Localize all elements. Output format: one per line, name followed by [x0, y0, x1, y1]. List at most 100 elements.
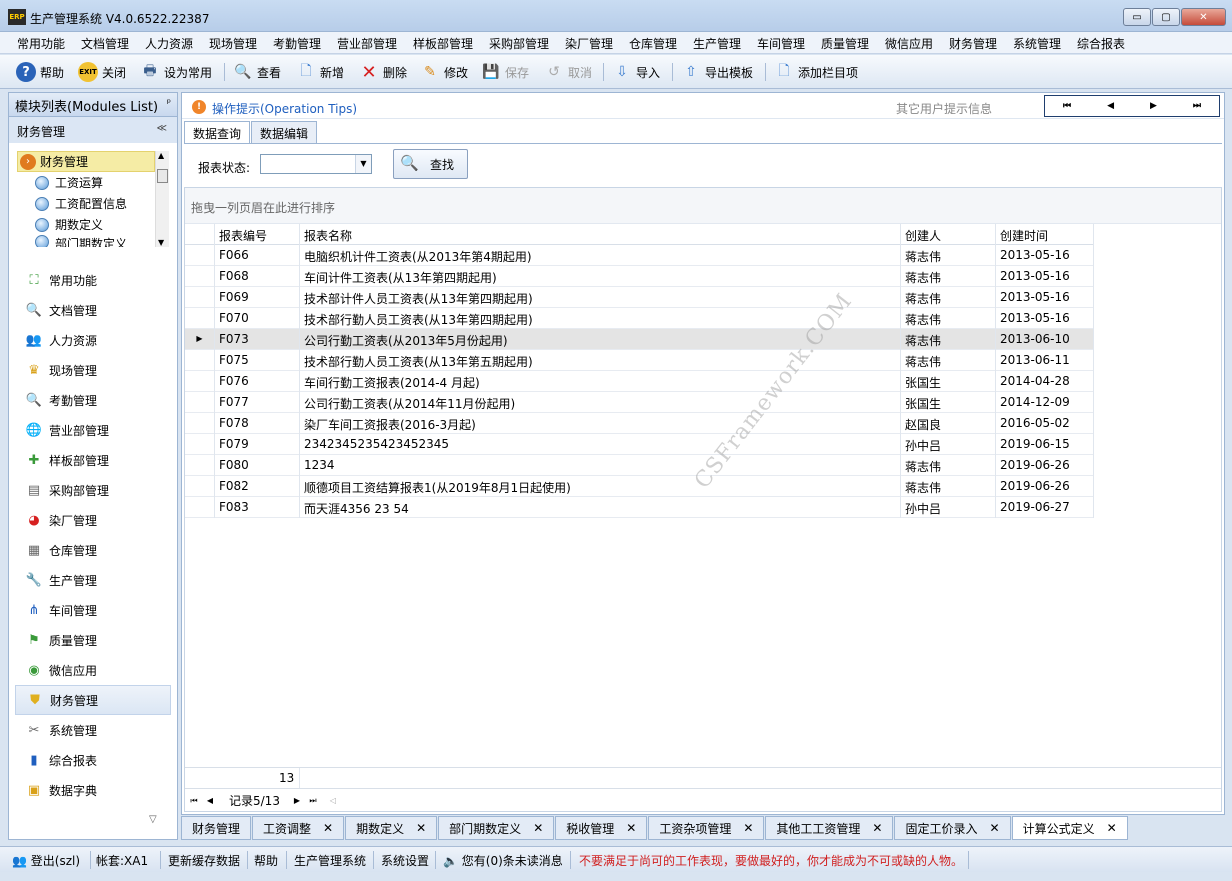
add-column-button[interactable]: 🗋 添加栏目项 — [774, 61, 858, 83]
group-by-panel[interactable]: 拖曳一列页眉在此进行排序 — [185, 188, 1221, 224]
close-tab-icon[interactable]: ✕ — [872, 821, 882, 835]
table-row[interactable]: F082 顺德项目工资结算报表1(从2019年8月1日起使用) 蒋志伟 2019-06… — [185, 476, 1094, 497]
menu-workshop[interactable]: 车间管理 — [757, 35, 805, 52]
menu-purchase[interactable]: 采购部管理 — [489, 35, 549, 52]
maximize-button[interactable]: ▢ — [1152, 8, 1180, 26]
document-tab[interactable]: 部门期数定义 ✕ — [438, 816, 555, 840]
nav-item-docs[interactable]: 🔍 文档管理 — [9, 295, 177, 325]
table-row[interactable]: F080 1234 蒋志伟 2019-06-26 — [185, 455, 1094, 476]
prev-record-icon[interactable]: ◀ — [203, 793, 217, 808]
cell-name[interactable]: 2342345235423452345 — [300, 434, 901, 455]
status-help-link[interactable]: 帮助 — [254, 852, 278, 869]
cell-created-time[interactable]: 2013-06-10 — [996, 329, 1094, 350]
nav-item-dictionary[interactable]: ▣ 数据字典 — [9, 775, 177, 805]
cell-creator[interactable]: 张国生 — [901, 392, 996, 413]
cell-creator[interactable]: 蒋志伟 — [901, 287, 996, 308]
cell-name[interactable]: 公司行勤工资表(从2014年11月份起用) — [300, 392, 901, 413]
document-tab[interactable]: 工资调整 ✕ — [252, 816, 345, 840]
cell-created-time[interactable]: 2019-06-26 — [996, 476, 1094, 497]
close-tab-icon[interactable]: ✕ — [626, 821, 636, 835]
menu-common[interactable]: 常用功能 — [17, 35, 65, 52]
import-button[interactable]: ⇩ 导入 — [612, 61, 660, 83]
cell-created-time[interactable]: 2016-05-02 — [996, 413, 1094, 434]
menu-dyehouse[interactable]: 染厂管理 — [565, 35, 613, 52]
tree-node[interactable]: 工资配置信息 — [17, 193, 169, 214]
document-tab[interactable]: 其他工工资管理 ✕ — [765, 816, 894, 840]
report-status-select[interactable]: ▼ — [260, 154, 372, 174]
dropdown-arrow-icon[interactable]: ▼ — [355, 155, 371, 173]
messages-item[interactable]: 🔈 您有(0)条未读消息 — [443, 852, 563, 869]
nav-item-quality[interactable]: ⚑ 质量管理 — [9, 625, 177, 655]
cell-code[interactable]: F068 — [215, 266, 300, 287]
next-icon[interactable]: ▶ — [1150, 101, 1157, 111]
close-tab-icon[interactable]: ✕ — [323, 821, 333, 835]
close-window-button[interactable]: ✕ — [1181, 8, 1226, 26]
cell-code[interactable]: F073 — [215, 329, 300, 350]
column-header-created-time[interactable]: 创建时间 — [996, 224, 1094, 245]
nav-item-finance[interactable]: ⛊ 财务管理 — [15, 685, 171, 715]
cell-created-time[interactable]: 2013-05-16 — [996, 287, 1094, 308]
nav-item-site[interactable]: ♛ 现场管理 — [9, 355, 177, 385]
cell-name[interactable]: 电脑织机计件工资表(从2013年第4期起用) — [300, 245, 901, 266]
cell-creator[interactable]: 蒋志伟 — [901, 476, 996, 497]
table-row[interactable]: F075 技术部行勤人员工资表(从13年第五期起用) 蒋志伟 2013-06-11 — [185, 350, 1094, 371]
cell-code[interactable]: F066 — [215, 245, 300, 266]
cell-code[interactable]: F083 — [215, 497, 300, 518]
tree-node[interactable]: 期数定义 — [17, 214, 169, 235]
cell-code[interactable]: F076 — [215, 371, 300, 392]
next-record-icon[interactable]: ▶ — [290, 793, 304, 808]
cell-code[interactable]: F069 — [215, 287, 300, 308]
cell-creator[interactable]: 孙中吕 — [901, 434, 996, 455]
column-header-creator[interactable]: 创建人 — [901, 224, 996, 245]
cell-creator[interactable]: 蒋志伟 — [901, 266, 996, 287]
tab-data-query[interactable]: 数据查询 — [184, 121, 251, 144]
cell-code[interactable]: F070 — [215, 308, 300, 329]
scroll-down-icon[interactable]: ▽ — [149, 814, 157, 825]
cell-code[interactable]: F079 — [215, 434, 300, 455]
delete-button[interactable]: ✕ 删除 — [359, 61, 407, 83]
cell-created-time[interactable]: 2013-05-16 — [996, 308, 1094, 329]
nav-item-production[interactable]: 🔧 生产管理 — [9, 565, 177, 595]
table-row[interactable]: F077 公司行勤工资表(从2014年11月份起用) 张国生 2014-12-09 — [185, 392, 1094, 413]
tree-scrollbar[interactable]: ▲ ▼ — [155, 151, 169, 247]
table-row[interactable]: ▶ F073 公司行勤工资表(从2013年5月份起用) 蒋志伟 2013-06-10 — [185, 329, 1094, 350]
document-tab[interactable]: 财务管理 — [181, 816, 252, 840]
menu-reports[interactable]: 综合报表 — [1077, 35, 1125, 52]
menu-site[interactable]: 现场管理 — [209, 35, 257, 52]
tab-data-edit[interactable]: 数据编辑 — [251, 121, 318, 143]
cell-name[interactable]: 车间计件工资表(从13年第四期起用) — [300, 266, 901, 287]
nav-item-attendance[interactable]: 🔍 考勤管理 — [9, 385, 177, 415]
document-tab[interactable]: 税收管理 ✕ — [555, 816, 648, 840]
cell-creator[interactable]: 赵国良 — [901, 413, 996, 434]
nav-item-common[interactable]: ⛶ 常用功能 — [9, 265, 177, 295]
menu-attendance[interactable]: 考勤管理 — [273, 35, 321, 52]
prev-icon[interactable]: ◀ — [1107, 101, 1114, 111]
pin-icon[interactable]: ᵖ — [167, 98, 171, 109]
cell-created-time[interactable]: 2013-06-11 — [996, 350, 1094, 371]
table-row[interactable]: F078 染厂车间工资报表(2016-3月起) 赵国良 2016-05-02 — [185, 413, 1094, 434]
cell-name[interactable]: 技术部计件人员工资表(从13年第四期起用) — [300, 287, 901, 308]
close-tab-icon[interactable]: ✕ — [533, 821, 543, 835]
cell-name[interactable]: 车间行勤工资报表(2014-4 月起) — [300, 371, 901, 392]
table-row[interactable]: F079 2342345235423452345 孙中吕 2019-06-15 — [185, 434, 1094, 455]
table-row[interactable]: F076 车间行勤工资报表(2014-4 月起) 张国生 2014-04-28 — [185, 371, 1094, 392]
cell-creator[interactable]: 蒋志伟 — [901, 329, 996, 350]
first-icon[interactable]: ⏮ — [1063, 101, 1071, 111]
system-name-link[interactable]: 生产管理系统 — [294, 852, 366, 869]
scroll-down-icon[interactable]: ▼ — [158, 238, 164, 247]
cell-name[interactable]: 染厂车间工资报表(2016-3月起) — [300, 413, 901, 434]
close-tab-icon[interactable]: ✕ — [990, 821, 1000, 835]
cell-code[interactable]: F075 — [215, 350, 300, 371]
document-tab[interactable]: 固定工价录入 ✕ — [894, 816, 1011, 840]
edit-button[interactable]: ✎ 修改 — [420, 61, 468, 83]
cell-code[interactable]: F080 — [215, 455, 300, 476]
menu-docs[interactable]: 文档管理 — [81, 35, 129, 52]
table-row[interactable]: F083 而天涯4356 23 54 孙中吕 2019-06-27 — [185, 497, 1094, 518]
close-tab-icon[interactable]: ✕ — [1107, 821, 1117, 835]
cell-code[interactable]: F082 — [215, 476, 300, 497]
cell-name[interactable]: 而天涯4356 23 54 — [300, 497, 901, 518]
collapse-icon[interactable]: ≪ — [157, 123, 167, 134]
cell-creator[interactable]: 蒋志伟 — [901, 308, 996, 329]
nav-item-wechat[interactable]: ◉ 微信应用 — [9, 655, 177, 685]
nav-item-dyehouse[interactable]: ◕ 染厂管理 — [9, 505, 177, 535]
